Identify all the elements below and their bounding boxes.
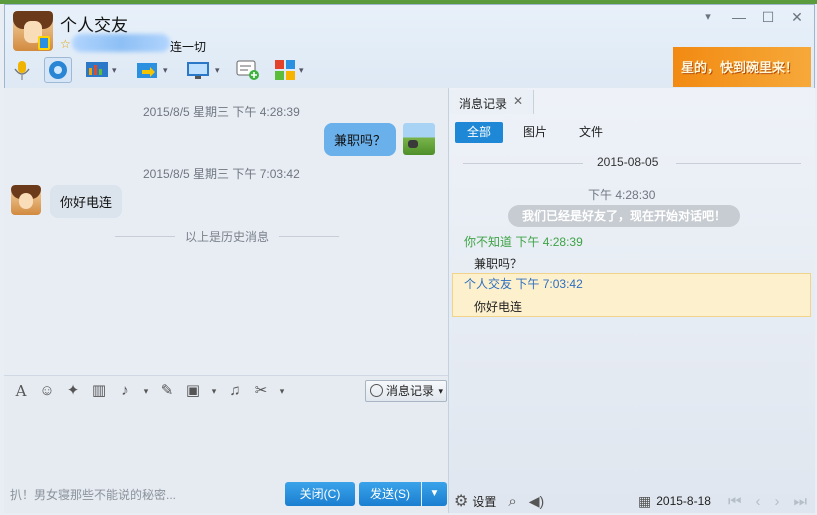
- settings-label[interactable]: 设置: [472, 493, 496, 510]
- mobile-online-icon: [38, 36, 50, 50]
- self-avatar[interactable]: [403, 123, 435, 155]
- contact-avatar[interactable]: [13, 11, 53, 51]
- contact-avatar-small[interactable]: [11, 185, 41, 215]
- message-timestamp: 2015/8/5 星期三 下午 4:28:39: [143, 105, 300, 119]
- window-title: 个人交友: [60, 16, 128, 35]
- maximize-button[interactable]: ☐: [760, 9, 776, 25]
- share-screen-icon[interactable]: ▾: [85, 57, 117, 83]
- history-date: 2015-08-05: [597, 155, 659, 169]
- edit-icon[interactable]: ✎: [158, 382, 176, 400]
- history-text[interactable]: 你好电连: [474, 298, 522, 315]
- voice-message-icon[interactable]: ♪: [116, 382, 134, 400]
- filter-all[interactable]: 全部: [455, 122, 503, 143]
- image-dropdown-icon[interactable]: ▾: [210, 382, 218, 400]
- minimize-button[interactable]: —: [731, 9, 747, 25]
- microphone-icon[interactable]: [12, 57, 32, 83]
- history-divider: 以上是历史消息: [114, 230, 340, 244]
- prev-page-icon[interactable]: ‹: [756, 493, 761, 510]
- filter-files[interactable]: 文件: [568, 122, 614, 143]
- scissors-dropdown-icon[interactable]: ▾: [278, 382, 286, 400]
- apps-icon[interactable]: ▾: [274, 57, 304, 83]
- last-page-icon[interactable]: ⏭: [794, 493, 808, 510]
- webcam-icon[interactable]: [44, 57, 72, 83]
- scissors-icon[interactable]: ✂: [252, 382, 270, 400]
- divider: [676, 163, 801, 164]
- next-page-icon[interactable]: ›: [775, 493, 780, 510]
- message-timestamp: 2015/8/5 星期三 下午 7:03:42: [143, 167, 300, 181]
- close-window-button[interactable]: ✕: [789, 9, 805, 25]
- send-button[interactable]: 发送(S): [359, 482, 421, 506]
- message-history-button[interactable]: 消息记录 ▾: [365, 380, 447, 402]
- image-icon[interactable]: ▣: [184, 382, 202, 400]
- music-icon[interactable]: ♫: [226, 382, 244, 400]
- redacted-signature: [72, 34, 170, 52]
- message-input[interactable]: 扒！男女寝那些不能说的秘密...: [10, 486, 176, 503]
- history-tab-label: 消息记录: [459, 97, 508, 111]
- star-icon[interactable]: ☆: [60, 37, 71, 51]
- remote-desktop-icon[interactable]: ▾: [186, 57, 220, 83]
- nudge-icon[interactable]: ✦: [64, 382, 82, 400]
- calendar-icon[interactable]: ▦: [638, 493, 651, 510]
- screenshot-icon[interactable]: ▥: [90, 382, 108, 400]
- ad-banner[interactable]: 星的，快到碗里来！: [673, 47, 811, 87]
- filter-images[interactable]: 图片: [512, 122, 558, 143]
- history-tab[interactable]: 消息记录 ✕: [449, 90, 534, 114]
- history-text[interactable]: 兼职吗？: [474, 255, 522, 272]
- message-bubble-self[interactable]: 兼职吗？: [324, 123, 397, 156]
- speaker-icon[interactable]: ◀): [529, 493, 544, 510]
- voice-dropdown-icon[interactable]: ▾: [142, 382, 150, 400]
- font-icon[interactable]: A: [12, 382, 30, 400]
- signature-text: 连一切: [170, 40, 207, 54]
- search-icon[interactable]: ⌕: [508, 493, 516, 510]
- close-tab-icon[interactable]: ✕: [513, 94, 523, 108]
- dropdown-icon[interactable]: ▾: [700, 9, 716, 25]
- ad-text: 星的，快到碗里来！: [681, 60, 799, 75]
- message-history-label: 消息记录: [386, 384, 435, 398]
- message-icon[interactable]: [236, 57, 260, 83]
- file-transfer-icon[interactable]: ▾: [136, 57, 168, 83]
- footer-date[interactable]: 2015-8-18: [656, 494, 711, 508]
- send-options-dropdown[interactable]: ▼: [422, 482, 447, 506]
- gear-icon[interactable]: ⚙: [454, 491, 468, 511]
- first-page-icon[interactable]: ⏮: [728, 493, 742, 510]
- close-button[interactable]: 关闭(C): [285, 482, 355, 506]
- system-message: 我们已经是好友了，现在开始对话吧！: [508, 205, 740, 227]
- chevron-down-icon: ▾: [438, 386, 443, 396]
- history-sender: 个人交友 下午 7:03:42: [464, 277, 583, 291]
- system-time: 下午 4:28:30: [588, 188, 656, 202]
- history-sender: 你不知道 下午 4:28:39: [464, 235, 583, 249]
- emoji-icon[interactable]: ☺: [38, 382, 56, 400]
- divider: [463, 163, 583, 164]
- clock-icon: [370, 384, 383, 397]
- message-bubble-contact[interactable]: 你好电连: [50, 185, 123, 218]
